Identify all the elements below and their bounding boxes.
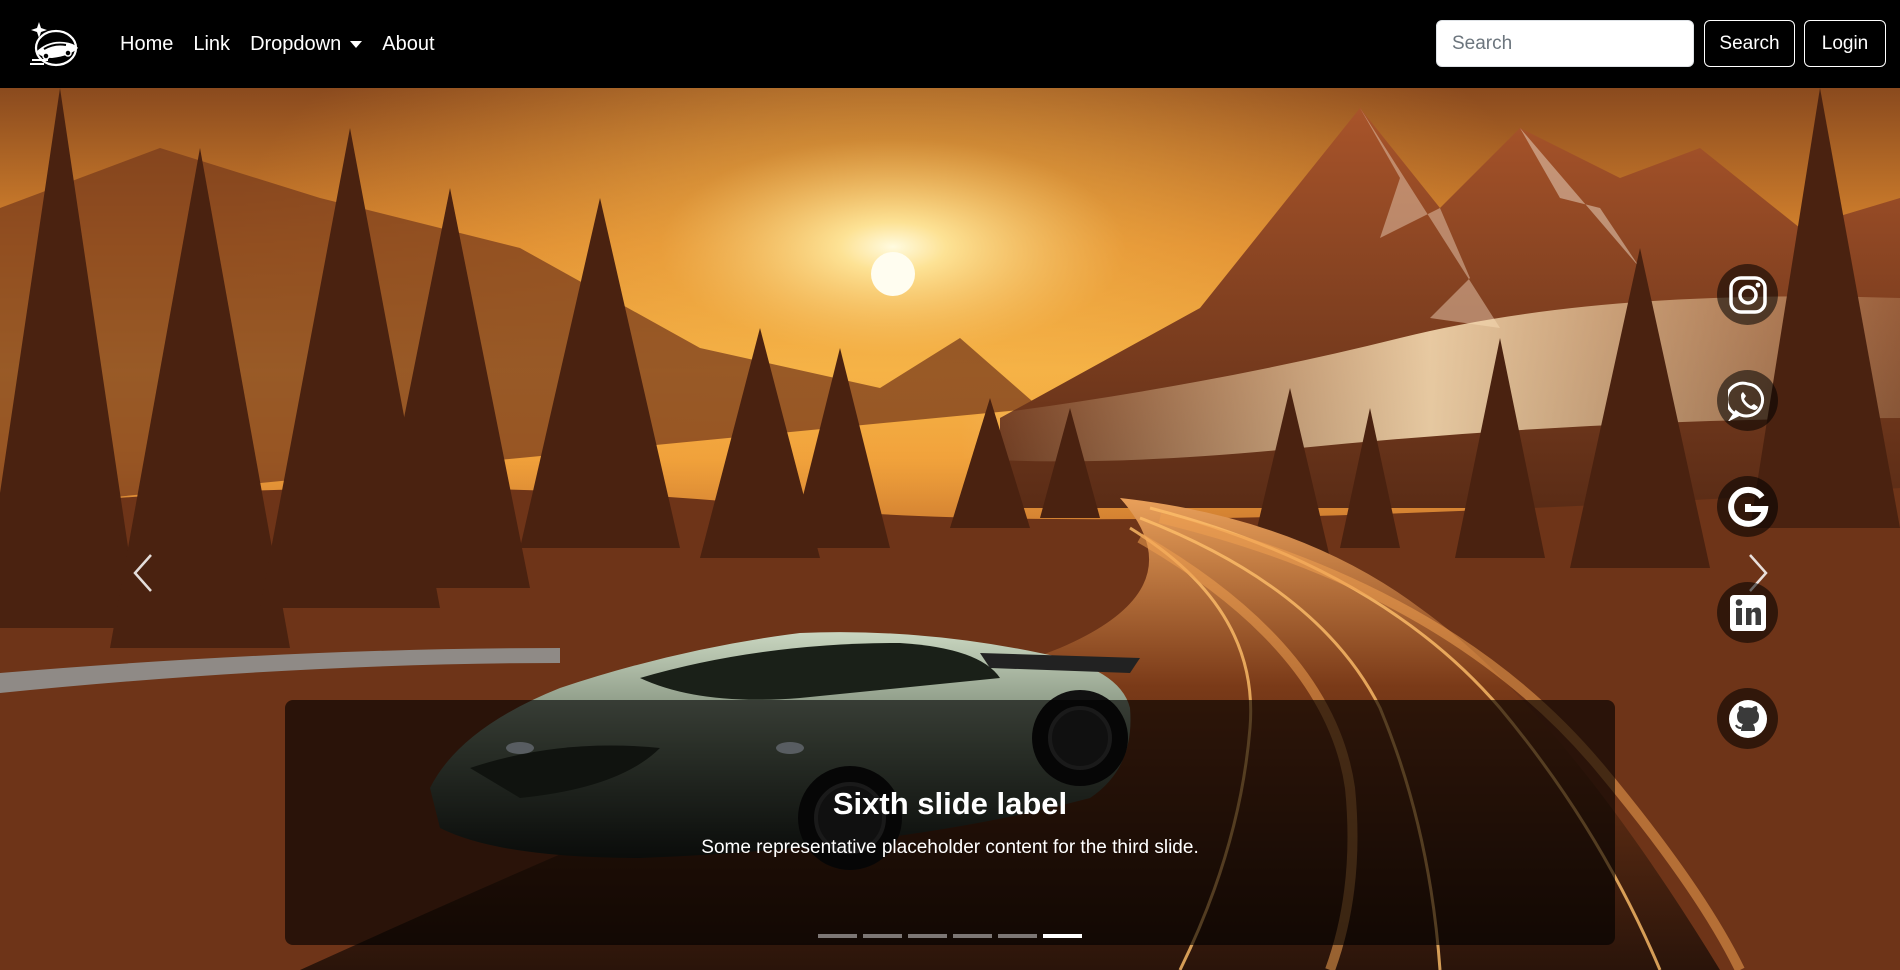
google-icon bbox=[1727, 486, 1768, 527]
carousel-indicators bbox=[818, 934, 1082, 938]
carousel-indicator[interactable] bbox=[953, 934, 992, 938]
caret-down-icon bbox=[350, 40, 363, 48]
search-button[interactable]: Search bbox=[1704, 20, 1795, 67]
nav-dropdown-label: Dropdown bbox=[250, 32, 342, 55]
carousel-indicator-active[interactable] bbox=[1043, 934, 1082, 938]
carousel-indicator[interactable] bbox=[998, 934, 1037, 938]
caption-text: Some representative placeholder content … bbox=[701, 837, 1199, 858]
nav-link-label: Link bbox=[193, 32, 231, 55]
nav-about-label: About bbox=[382, 32, 435, 55]
chevron-left-icon bbox=[133, 554, 152, 592]
nav-link[interactable]: Link bbox=[183, 33, 240, 56]
linkedin-icon bbox=[1729, 594, 1766, 631]
github-button[interactable] bbox=[1717, 688, 1778, 749]
google-button[interactable] bbox=[1717, 476, 1778, 537]
carousel-prev-button[interactable] bbox=[123, 538, 163, 608]
whatsapp-icon bbox=[1727, 381, 1764, 421]
navbar: Home Link Dropdown About Search Login bbox=[0, 0, 1900, 88]
car-logo-icon bbox=[30, 22, 78, 67]
linkedin-button[interactable] bbox=[1717, 582, 1778, 643]
whatsapp-button[interactable] bbox=[1717, 370, 1778, 431]
nav-about[interactable]: About bbox=[372, 33, 444, 56]
nav-links: Home Link Dropdown About bbox=[120, 0, 445, 88]
nav-dropdown[interactable]: Dropdown bbox=[240, 33, 372, 56]
github-icon bbox=[1728, 699, 1767, 738]
brand-logo[interactable] bbox=[26, 16, 82, 72]
instagram-icon bbox=[1728, 275, 1767, 314]
carousel-indicator[interactable] bbox=[908, 934, 947, 938]
caption-title: Sixth slide label bbox=[832, 786, 1068, 821]
carousel-indicator[interactable] bbox=[863, 934, 902, 938]
login-button[interactable]: Login bbox=[1804, 20, 1886, 67]
carousel-indicator[interactable] bbox=[818, 934, 857, 938]
hero-carousel: Sixth slide label Some representative pl… bbox=[0, 88, 1900, 970]
nav-home[interactable]: Home bbox=[120, 33, 183, 56]
instagram-button[interactable] bbox=[1717, 264, 1778, 325]
carousel-caption: Sixth slide label Some representative pl… bbox=[285, 700, 1615, 945]
search-input[interactable] bbox=[1436, 20, 1694, 67]
nav-home-label: Home bbox=[120, 32, 174, 55]
